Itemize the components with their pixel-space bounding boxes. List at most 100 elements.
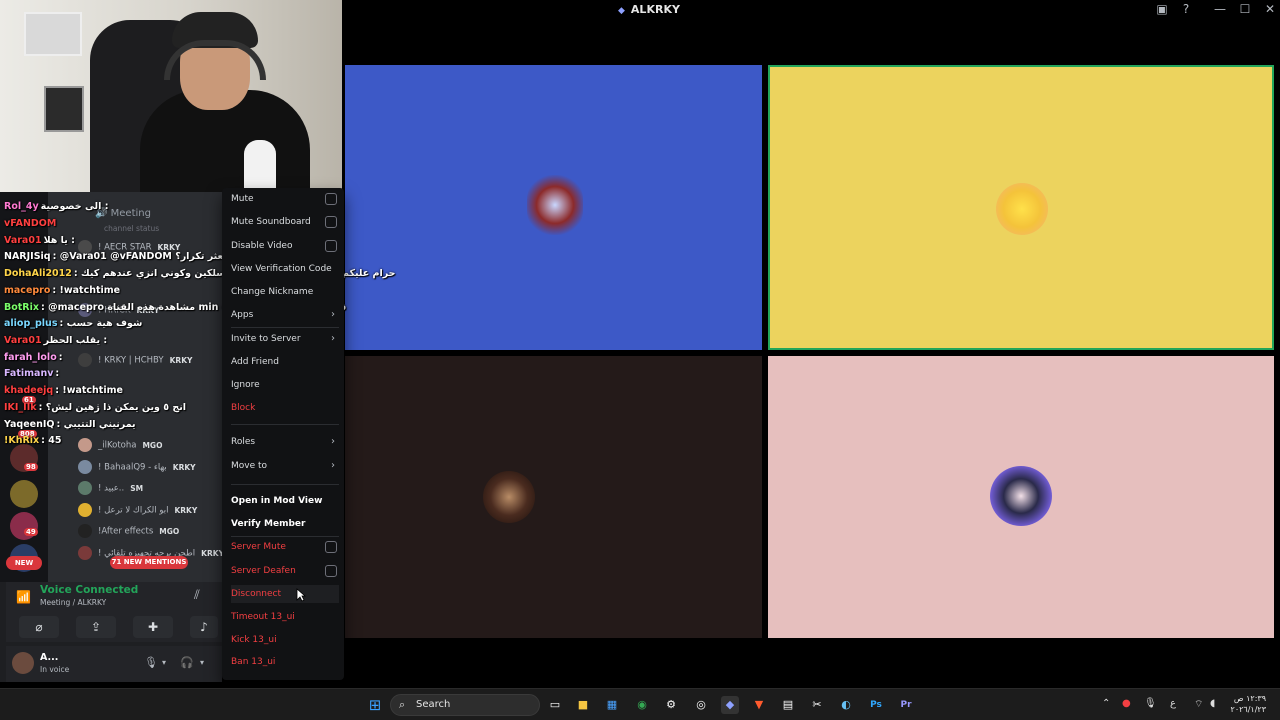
stage-icon: ◆ (618, 6, 625, 16)
menu-item-mute-soundboard[interactable]: Mute Soundboard (231, 213, 339, 231)
noise-suppression-icon[interactable]: ⫽ (194, 588, 200, 603)
menu-item-ban[interactable]: Ban 13_ui (231, 653, 339, 671)
checkbox[interactable] (325, 193, 337, 205)
menu-item-move-to[interactable]: Move to › (231, 457, 339, 475)
checkbox[interactable] (325, 216, 337, 228)
member-name: ! BahaalQ9 - بهاء (98, 462, 167, 473)
soundboard-button[interactable]: ♪ (190, 616, 218, 638)
wifi-icon[interactable]: ⌔ (1194, 698, 1203, 711)
menu-divider (231, 327, 339, 328)
windows-start-icon[interactable]: ⊞ (366, 696, 384, 714)
voice-connected-panel: 📶 Voice Connected Meeting / ALKRKY ⫽ ⌀ ⇪… (6, 582, 222, 642)
menu-item-disable-video[interactable]: Disable Video (231, 237, 339, 255)
checkbox[interactable] (325, 240, 337, 252)
participant-tile-4[interactable] (768, 356, 1274, 638)
chat-user: macepro (4, 285, 51, 296)
help-icon[interactable]: ? (1176, 2, 1196, 16)
camera-off-button[interactable]: ⌀ (19, 616, 59, 638)
clock[interactable]: ١٢:٣٩ ص ٢٠٢٦/١/٢٣ (1226, 693, 1266, 715)
member-row[interactable]: _ilKotoha MGO (78, 438, 162, 452)
menu-item-label: Change Nickname (231, 287, 314, 297)
chevron-down-icon[interactable]: ▾ (162, 658, 166, 667)
menu-item-verify-member[interactable]: Verify Member (231, 515, 339, 533)
member-row[interactable]: ! عبيد.. SM (78, 481, 143, 495)
steam-icon[interactable]: ◎ (692, 696, 710, 714)
chat-text: يا هلا : (43, 235, 75, 246)
app-icon[interactable]: ▤ (779, 696, 797, 714)
chat-message: vFANDOM (4, 218, 58, 229)
task-view-icon[interactable]: ▭ (546, 696, 564, 714)
volume-icon[interactable]: ◖ (1210, 698, 1215, 709)
activities-button[interactable]: ✚ (133, 616, 173, 638)
server-icon[interactable] (10, 480, 38, 508)
checkbox[interactable] (325, 565, 337, 577)
menu-item-kick[interactable]: Kick 13_ui (231, 631, 339, 649)
member-name: ! عبيد.. (98, 483, 125, 494)
menu-item-change-nickname[interactable]: Change Nickname (231, 283, 339, 301)
menu-item-label: Apps (231, 310, 254, 320)
chat-message: !KhRix: 45 (4, 435, 62, 446)
discord-icon[interactable]: ◆ (721, 696, 739, 714)
menu-item-open-in-mod-view[interactable]: Open in Mod View (231, 492, 339, 510)
taskbar-search[interactable]: ⌕ Search (390, 694, 540, 716)
screen-share-button[interactable]: ⇪ (76, 616, 116, 638)
maximize-button[interactable]: ☐ (1235, 2, 1255, 16)
chat-text: الى خصوصية : (40, 201, 109, 212)
steam-icon[interactable]: ◐ (837, 696, 855, 714)
avatar[interactable] (12, 652, 34, 674)
photoshop-icon[interactable]: Ps (867, 696, 885, 714)
menu-item-apps[interactable]: Apps › (231, 306, 339, 324)
menu-item-roles[interactable]: Roles › (231, 433, 339, 451)
member-name: !After effects (98, 526, 154, 537)
member-row[interactable]: ! ابو الكراك لا ترعل KRKY (78, 503, 197, 517)
close-button[interactable]: ✕ (1260, 2, 1280, 16)
menu-item-add-friend[interactable]: Add Friend (231, 353, 339, 371)
minimize-button[interactable]: — (1210, 2, 1230, 16)
app-icon[interactable]: ⚙ (662, 696, 680, 714)
participant-tile-2[interactable] (768, 65, 1274, 350)
menu-item-disconnect[interactable]: Disconnect (231, 585, 339, 603)
voice-status[interactable]: Voice Connected (40, 584, 138, 596)
chevron-down-icon[interactable]: ▾ (200, 658, 204, 667)
member-name: _ilKotoha (98, 440, 137, 451)
menu-item-invite-to-server[interactable]: Invite to Server › (231, 330, 339, 348)
headphones-icon[interactable]: 🎧 (180, 656, 194, 669)
microphone-icon[interactable]: 🎙 (1144, 698, 1157, 709)
menu-item-timeout[interactable]: Timeout 13_ui (231, 608, 339, 626)
language-indicator[interactable]: ع (1170, 698, 1176, 709)
member-row[interactable]: ! KRKY | HCHBY KRKY (78, 353, 192, 367)
avatar (483, 471, 535, 523)
menu-item-view-verification-code[interactable]: View Verification Code (231, 260, 339, 278)
menu-item-server-deafen[interactable]: Server Deafen (231, 562, 339, 580)
tray-app-icon[interactable]: ● (1122, 698, 1131, 709)
chat-message: Fatimanv: (4, 368, 59, 379)
menu-item-label: Move to (231, 461, 268, 471)
brave-icon[interactable]: ▼ (750, 696, 768, 714)
capcut-icon[interactable]: ✂ (808, 696, 826, 714)
signal-icon[interactable]: 📶 (16, 590, 31, 604)
new-mentions-pill[interactable]: 71 NEW MENTIONS (110, 556, 188, 569)
voice-channel-path[interactable]: Meeting / ALKRKY (40, 598, 106, 607)
chrome-icon[interactable]: ◉ (633, 696, 651, 714)
menu-item-label: Server Mute (231, 542, 286, 552)
chevron-up-icon[interactable]: ⌃ (1102, 698, 1110, 709)
menu-item-mute[interactable]: Mute (231, 190, 339, 208)
store-icon[interactable]: ▦ (603, 696, 621, 714)
participant-tile-3[interactable] (345, 356, 762, 638)
menu-item-server-mute[interactable]: Server Mute (231, 538, 339, 556)
participant-tile-1[interactable] (345, 65, 762, 350)
member-row[interactable]: !After effects MGO (78, 524, 179, 538)
chevron-right-icon: › (331, 333, 335, 344)
menu-item-block[interactable]: Block (231, 399, 339, 417)
chat-user: khadeejq (4, 385, 54, 396)
microphone-icon[interactable]: 🎙 (144, 656, 158, 669)
menu-item-label: Timeout 13_ui (231, 612, 295, 622)
file-explorer-icon[interactable]: ■ (574, 696, 592, 714)
member-row[interactable]: ! BahaalQ9 - بهاء KRKY (78, 460, 196, 474)
new-unreads-pill[interactable]: NEW (6, 556, 42, 570)
menu-item-ignore[interactable]: Ignore (231, 376, 339, 394)
avatar (78, 353, 92, 367)
inbox-icon[interactable]: ▣ (1152, 2, 1172, 16)
premiere-icon[interactable]: Pr (897, 696, 915, 714)
checkbox[interactable] (325, 541, 337, 553)
